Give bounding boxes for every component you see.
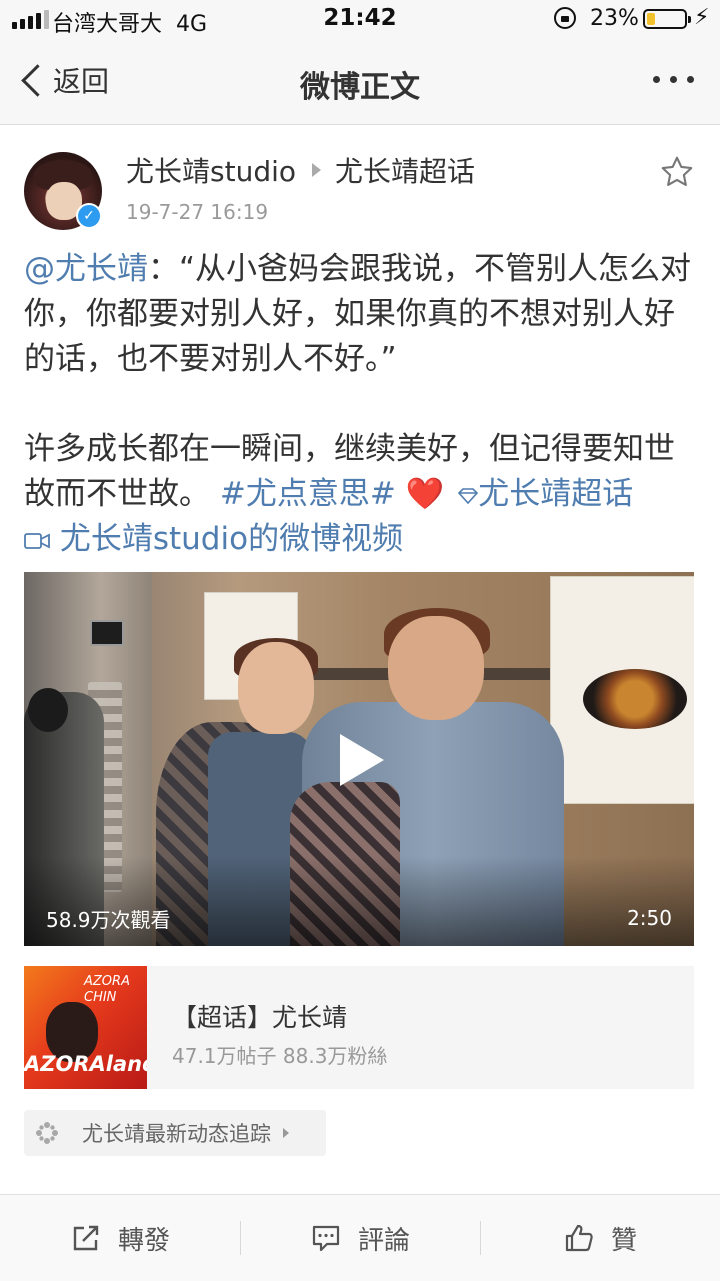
diamond-icon — [458, 487, 479, 504]
supertopic-title: 【超话】尤长靖 — [172, 1003, 348, 1032]
comment-label: 評論 — [357, 1225, 410, 1256]
video-scene-ad — [550, 576, 694, 804]
supertopic-source-link[interactable]: 尤长靖超话 — [335, 150, 475, 190]
battery-percent: 23% — [590, 6, 639, 31]
supertopic-link[interactable]: 尤长靖超话 — [478, 476, 633, 512]
cover-text-top: AZORA CHIN — [84, 974, 130, 1005]
author-name[interactable]: 尤长靖studio — [126, 150, 296, 190]
video-scene-person — [388, 616, 484, 720]
repost-button[interactable]: 轉發 — [0, 1195, 240, 1281]
charging-icon: ⚡ — [694, 5, 710, 30]
back-label: 返回 — [53, 65, 110, 98]
post-body: @尤长靖：“从小爸妈会跟我说，不管别人怎么对你，你都要对别人好，如果你真的不想对… — [24, 247, 696, 562]
video-link[interactable]: 尤长靖studio的微博视频 — [60, 521, 403, 557]
back-chevron-icon — [21, 63, 54, 97]
comment-button[interactable]: 評論 — [240, 1195, 480, 1281]
status-bar: 台湾大哥大 4G 21:42 23% ⚡ — [0, 0, 720, 38]
video-camera-icon — [24, 532, 50, 549]
post-paragraph-2: 许多成长都在一瞬间，继续美好，但记得要知世故而不世故。 #尤点意思# ❤️ 尤长靖… — [24, 427, 696, 562]
supertopic-card[interactable]: AZORA CHIN AZORAland 【超话】尤长靖 47.1万帖子 88.… — [24, 966, 694, 1089]
video-scene-display — [90, 620, 124, 646]
battery-fill — [647, 13, 655, 25]
back-button[interactable]: 返回 — [20, 60, 109, 100]
play-icon[interactable] — [340, 734, 384, 786]
author-line: 尤长靖studio 尤长靖超话 — [126, 150, 475, 190]
supertopic-cover-image: AZORA CHIN AZORAland — [24, 966, 147, 1089]
video-scene-person — [28, 688, 68, 732]
video-duration: 2:50 — [627, 906, 672, 930]
more-icon[interactable] — [653, 76, 694, 83]
like-icon — [565, 1224, 593, 1252]
like-label: 贊 — [610, 1225, 637, 1256]
mention-link[interactable]: @尤长靖 — [24, 251, 148, 287]
nav-bar: 返回 微博正文 — [0, 38, 720, 125]
repost-label: 轉發 — [117, 1225, 170, 1256]
post-paragraph-1: @尤长靖：“从小爸妈会跟我说，不管别人怎么对你，你都要对别人好，如果你真的不想对… — [24, 247, 696, 382]
video-view-count: 58.9万次觀看 — [46, 908, 171, 932]
chevron-right-icon — [283, 1128, 289, 1138]
video-scene-person — [238, 642, 314, 734]
verified-icon: ✓ — [76, 203, 102, 229]
action-bar: 轉發 評論 贊 — [0, 1194, 720, 1281]
tracking-button[interactable]: 尤长靖最新动态追踪 — [24, 1110, 326, 1156]
hashtag-link[interactable]: #尤点意思# — [220, 476, 396, 512]
heart-emoji: ❤️ — [405, 476, 445, 512]
comment-icon — [312, 1225, 340, 1252]
post-timestamp: 19-7-27 16:19 — [126, 200, 269, 224]
repost-icon — [73, 1225, 99, 1251]
video-player[interactable]: 58.9万次觀看 2:50 — [24, 572, 694, 946]
tracking-icon — [36, 1122, 58, 1144]
star-icon[interactable] — [659, 154, 695, 190]
arrow-right-icon — [312, 163, 321, 177]
battery-icon — [643, 9, 691, 29]
cover-text-bottom: AZORAland — [24, 1052, 147, 1076]
lock-rotation-icon — [554, 7, 576, 29]
tracking-label: 尤长靖最新动态追踪 — [82, 1122, 271, 1146]
supertopic-stats: 47.1万帖子 88.3万粉絲 — [172, 1044, 388, 1068]
like-button[interactable]: 贊 — [480, 1195, 720, 1281]
